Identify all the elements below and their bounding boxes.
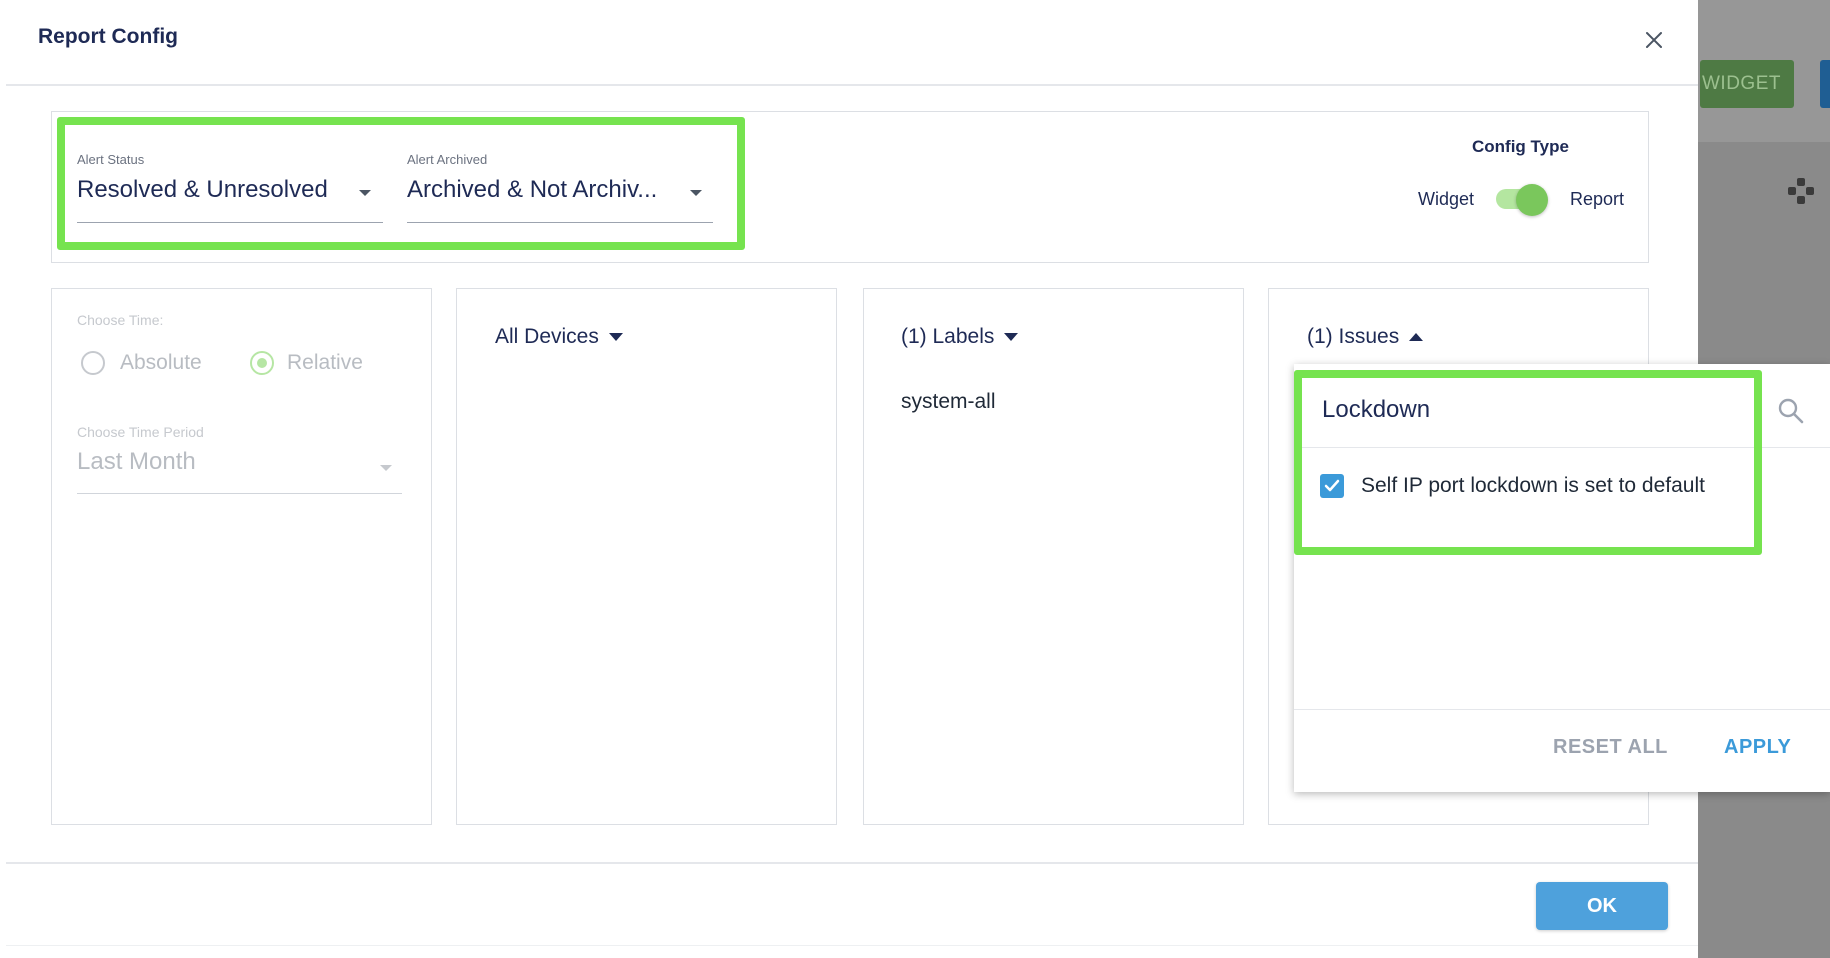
caret-down-icon <box>608 333 623 341</box>
highlight-box-issues-search <box>1294 370 1762 555</box>
time-period-label: Choose Time Period <box>77 424 204 440</box>
labels-panel <box>863 288 1244 825</box>
highlight-box-alert-filters <box>57 117 745 250</box>
add-widget-button[interactable]: WIDGET <box>1700 60 1794 108</box>
config-type-toggle-knob[interactable] <box>1516 184 1548 216</box>
time-period-underline <box>77 493 402 494</box>
radio-relative-label: Relative <box>287 351 363 374</box>
radio-relative[interactable] <box>250 351 274 375</box>
chevron-down-icon <box>380 465 392 471</box>
choose-time-label: Choose Time: <box>77 312 164 328</box>
radio-absolute[interactable] <box>81 351 105 375</box>
search-icon[interactable] <box>1776 396 1806 426</box>
dropdown-footer-divider <box>1294 709 1830 710</box>
issues-header-label: (1) Issues <box>1307 325 1400 348</box>
config-type-widget-label: Widget <box>1418 189 1475 209</box>
time-period-value[interactable]: Last Month <box>77 448 196 476</box>
header-divider <box>6 84 1698 86</box>
label-item: system-all <box>901 390 996 413</box>
footer-divider <box>6 862 1698 864</box>
config-type-report-label: Report <box>1570 189 1625 209</box>
devices-dropdown[interactable]: All Devices <box>495 325 623 349</box>
modal-bottom-divider <box>6 945 1698 946</box>
ok-button[interactable]: OK <box>1536 882 1668 930</box>
radio-absolute-label: Absolute <box>120 351 202 374</box>
reset-all-button[interactable]: RESET ALL <box>1553 736 1668 759</box>
move-icon[interactable] <box>1786 176 1816 206</box>
background-action-button[interactable] <box>1820 60 1830 108</box>
time-panel <box>51 288 432 825</box>
modal-title: Report Config <box>38 25 178 48</box>
labels-dropdown[interactable]: (1) Labels <box>901 325 1019 349</box>
devices-panel <box>456 288 837 825</box>
config-type-title: Config Type <box>1472 137 1569 156</box>
labels-header-label: (1) Labels <box>901 325 995 348</box>
close-button[interactable] <box>1636 22 1672 58</box>
close-icon <box>1646 32 1662 48</box>
caret-down-icon <box>1004 333 1019 341</box>
issues-dropdown[interactable]: (1) Issues <box>1307 325 1424 349</box>
devices-header-label: All Devices <box>495 325 599 348</box>
apply-button[interactable]: APPLY <box>1724 736 1791 759</box>
caret-up-icon <box>1409 333 1424 341</box>
